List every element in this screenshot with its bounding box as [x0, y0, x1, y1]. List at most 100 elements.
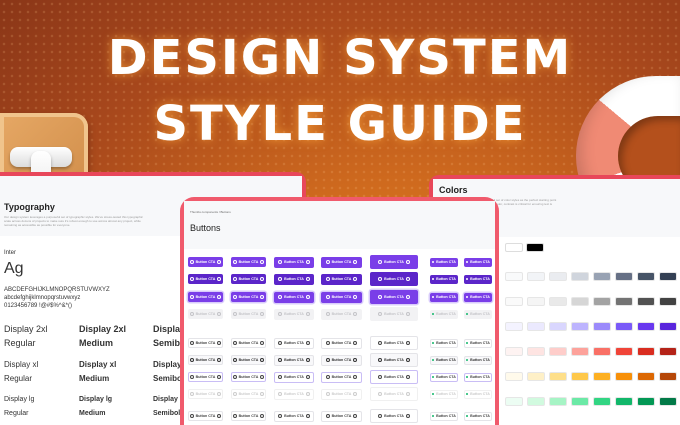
circle-icon [325, 260, 330, 264]
color-swatch-neutral [659, 297, 677, 306]
button-cta[interactable]: Button CTA [321, 256, 362, 268]
button-label: Button CTA [470, 260, 490, 264]
button-cta[interactable]: Button CTA [188, 389, 223, 399]
circle-icon [232, 375, 237, 379]
button-cta[interactable]: Button CTA [188, 411, 223, 421]
button-cta[interactable]: Button CTA [231, 389, 266, 399]
button-cta[interactable]: Button CTA [274, 273, 314, 285]
button-cta[interactable]: Button CTA [321, 291, 362, 303]
color-swatch-neutral [593, 297, 611, 306]
button-cta[interactable]: Button CTA [188, 372, 223, 382]
button-cta[interactable]: Button CTA [370, 255, 418, 269]
button-cta[interactable]: Button CTA [274, 371, 314, 383]
circle-icon [217, 295, 222, 299]
button-cta[interactable]: Button CTA [430, 338, 458, 348]
button-cta[interactable]: Button CTA [464, 411, 492, 421]
button-cta[interactable]: Button CTA [274, 308, 314, 320]
color-swatch-neutral [637, 297, 655, 306]
button-cta[interactable]: Button CTA [430, 309, 458, 319]
button-cta[interactable]: Button CTA [430, 372, 458, 382]
button-label: Button CTA [195, 341, 216, 345]
button-cta[interactable]: Button CTA [321, 273, 362, 285]
breadcrumb[interactable]: Thumbs components / Buttons [190, 210, 495, 214]
button-cta[interactable]: Button CTA [274, 256, 314, 268]
button-cta[interactable]: Button CTA [231, 309, 266, 319]
button-cta[interactable]: Button CTA [321, 388, 362, 400]
button-cta[interactable]: Button CTA [464, 372, 492, 382]
color-swatch-warning [615, 372, 633, 381]
circle-icon [278, 277, 283, 281]
button-cta[interactable]: Button CTA [188, 292, 223, 302]
button-cta[interactable]: Button CTA [231, 338, 266, 348]
button-cta[interactable]: Button CTA [188, 309, 223, 319]
circle-icon [260, 375, 265, 379]
button-label: Button CTA [384, 358, 404, 362]
color-swatch-primary [571, 322, 589, 331]
button-cta[interactable]: Button CTA [464, 338, 492, 348]
button-cta[interactable]: Button CTA [321, 410, 362, 422]
button-cta[interactable]: Button CTA [188, 274, 223, 284]
circle-icon [353, 358, 358, 362]
button-cta[interactable]: Button CTA [274, 337, 314, 349]
circle-icon [260, 312, 265, 316]
color-swatch-primary [637, 322, 655, 331]
button-cta[interactable]: Button CTA [464, 355, 492, 365]
dot-icon [466, 359, 469, 361]
button-cta[interactable]: Button CTA [430, 274, 458, 284]
button-cta[interactable]: Button CTA [370, 409, 418, 423]
color-swatch-error [527, 347, 545, 356]
button-label: Button CTA [331, 295, 352, 299]
button-label: Button CTA [195, 375, 216, 379]
circle-icon [232, 312, 237, 316]
button-cta[interactable]: Button CTA [464, 257, 492, 267]
color-swatch-success [527, 397, 545, 406]
circle-icon [378, 260, 383, 264]
circle-icon [325, 358, 330, 362]
button-cta[interactable]: Button CTA [188, 257, 223, 267]
button-cta[interactable]: Button CTA [430, 257, 458, 267]
button-cta[interactable]: Button CTA [430, 355, 458, 365]
button-cta[interactable]: Button CTA [321, 308, 362, 320]
type-style-weight: Regular [4, 338, 36, 348]
button-cta[interactable]: Button CTA [464, 274, 492, 284]
button-cta[interactable]: Button CTA [370, 353, 418, 367]
button-cta[interactable]: Button CTA [274, 291, 314, 303]
button-cta[interactable]: Button CTA [464, 292, 492, 302]
button-label: Button CTA [284, 392, 304, 396]
button-cta[interactable]: Button CTA [370, 370, 418, 384]
button-cta[interactable]: Button CTA [274, 354, 314, 366]
button-cta[interactable]: Button CTA [231, 257, 266, 267]
circle-icon [278, 375, 283, 379]
button-cta[interactable]: Button CTA [370, 307, 418, 321]
button-cta[interactable]: Button CTA [370, 336, 418, 350]
button-cta[interactable]: Button CTA [231, 411, 266, 421]
button-cta[interactable]: Button CTA [321, 337, 362, 349]
circle-icon [189, 375, 194, 379]
button-cta[interactable]: Button CTA [370, 387, 418, 401]
button-cta[interactable]: Button CTA [274, 388, 314, 400]
color-swatch-gray [615, 272, 633, 281]
button-cta[interactable]: Button CTA [188, 338, 223, 348]
button-cta[interactable]: Button CTA [231, 355, 266, 365]
type-style-weight: Regular [4, 374, 33, 383]
button-label: Button CTA [436, 375, 456, 379]
button-cta[interactable]: Button CTA [370, 290, 418, 304]
button-cta[interactable]: Button CTA [430, 389, 458, 399]
color-swatch-neutral [615, 297, 633, 306]
button-cta[interactable]: Button CTA [188, 355, 223, 365]
circle-icon [260, 341, 265, 345]
button-cta[interactable]: Button CTA [321, 371, 362, 383]
dot-icon [432, 313, 435, 315]
button-cta[interactable]: Button CTA [274, 410, 314, 422]
button-cta[interactable]: Button CTA [231, 292, 266, 302]
button-cta[interactable]: Button CTA [321, 354, 362, 366]
color-swatch-gray [549, 272, 567, 281]
button-cta[interactable]: Button CTA [231, 274, 266, 284]
button-cta[interactable]: Button CTA [231, 372, 266, 382]
button-cta[interactable]: Button CTA [430, 292, 458, 302]
button-cta[interactable]: Button CTA [464, 389, 492, 399]
button-cta[interactable]: Button CTA [430, 411, 458, 421]
button-cta[interactable]: Button CTA [464, 309, 492, 319]
button-cta[interactable]: Button CTA [370, 272, 418, 286]
circle-icon [278, 295, 283, 299]
